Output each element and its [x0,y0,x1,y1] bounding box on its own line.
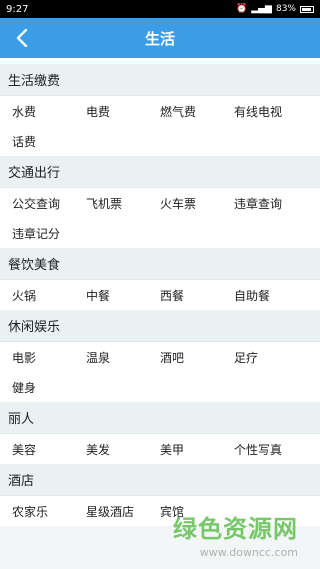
battery-percent: 83% [275,3,296,14]
status-icons: ⏰ ▂▄▆ 83% [236,3,314,14]
category-item[interactable]: 宾馆 [160,496,234,526]
back-arrow-icon [16,29,28,47]
alarm-icon: ⏰ [236,3,248,14]
section-grid: 公交查询 飞机票 火车票 违章查询违章记分 [0,188,320,248]
section-title: 休闲娱乐 [0,310,320,342]
category-item[interactable]: 自助餐 [234,280,320,310]
category-item[interactable]: 燃气费 [160,96,234,126]
category-list: 生活缴费 水费 电费 燃气费 有线电视话费 交通出行 公交查询 飞机票 火车票 违章查询违章记分餐… [0,64,320,526]
section-title: 交通出行 [0,156,320,188]
back-button[interactable] [6,18,38,58]
status-bar: 9:27 ⏰ ▂▄▆ 83% [0,0,320,18]
category-item[interactable]: 违章记分 [12,218,86,248]
category-item[interactable]: 电费 [86,96,160,126]
category-item[interactable]: 美甲 [160,434,234,464]
category-item[interactable]: 美容 [12,434,86,464]
battery-icon [300,5,314,13]
section-title: 餐饮美食 [0,248,320,280]
category-item[interactable]: 西餐 [160,280,234,310]
category-item[interactable]: 火锅 [12,280,86,310]
category-item[interactable]: 话费 [12,126,86,156]
section-title: 生活缴费 [0,64,320,96]
section-grid: 农家乐 星级酒店 宾馆 [0,496,320,526]
category-item[interactable]: 酒吧 [160,342,234,372]
watermark-url: www.downcc.com [199,546,298,559]
section-title: 丽人 [0,402,320,434]
category-item[interactable]: 有线电视 [234,96,320,126]
category-item[interactable]: 飞机票 [86,188,160,218]
category-item[interactable]: 个性写真 [234,434,320,464]
page-title: 生活 [144,29,175,48]
category-item[interactable]: 违章查询 [234,188,320,218]
category-item[interactable]: 星级酒店 [86,496,160,526]
category-item[interactable]: 温泉 [86,342,160,372]
section-grid: 火锅 中餐 西餐 自助餐 [0,280,320,310]
category-item[interactable]: 美发 [86,434,160,464]
section-grid: 美容 美发 美甲 个性写真 [0,434,320,464]
category-item[interactable]: 中餐 [86,280,160,310]
section-grid: 电影 温泉 酒吧 足疗健身 [0,342,320,402]
signal-icon: ▂▄▆ [251,3,272,14]
category-item[interactable]: 健身 [12,372,86,402]
section-grid: 水费 电费 燃气费 有线电视话费 [0,96,320,156]
category-item[interactable]: 公交查询 [12,188,86,218]
category-item[interactable]: 足疗 [234,342,320,372]
category-item[interactable]: 火车票 [160,188,234,218]
category-item[interactable]: 水费 [12,96,86,126]
status-time: 9:27 [6,3,29,15]
category-item[interactable]: 农家乐 [12,496,86,526]
section-title: 酒店 [0,464,320,496]
app-header: 生活 [0,18,320,58]
category-item[interactable]: 电影 [12,342,86,372]
